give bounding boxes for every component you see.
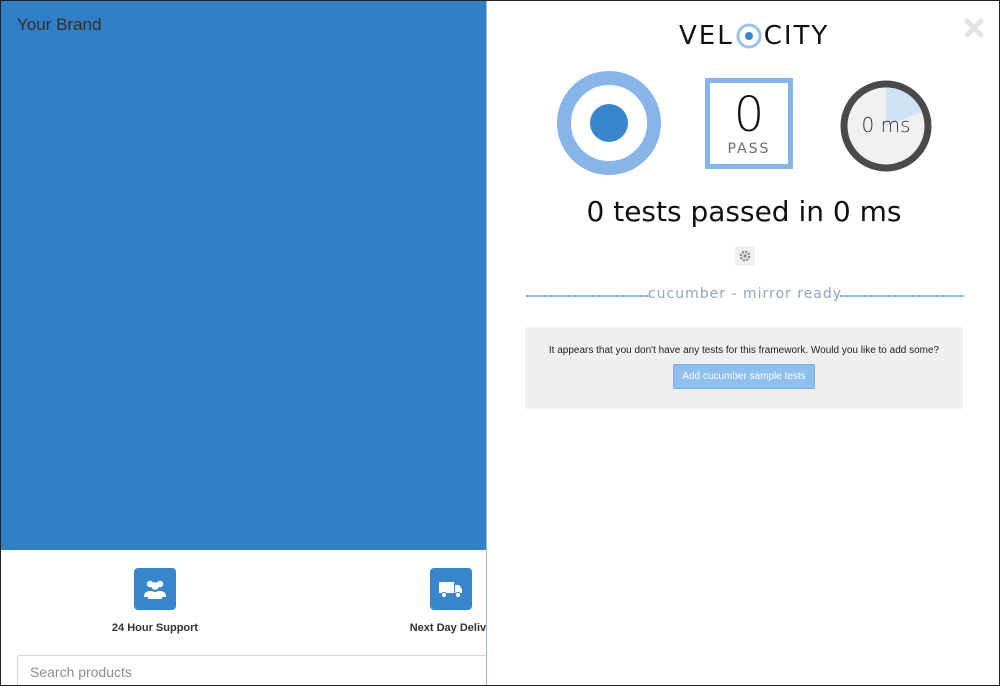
- pass-counter: 0 PASS: [705, 78, 793, 169]
- velocity-panel: VEL CITY 0 PASS 0 ms 0 tests passed in 0: [486, 1, 999, 685]
- pass-label: PASS: [727, 141, 771, 157]
- feature-label: 24 Hour Support: [111, 622, 199, 634]
- add-sample-tests-button[interactable]: Add cucumber sample tests: [673, 364, 815, 389]
- status-indicator-icon: [557, 71, 661, 175]
- logo-o-icon: [736, 23, 762, 49]
- timer-text: 0 ms: [861, 113, 911, 137]
- app-preview: Your Brand 24 Hour Support Next Day Deli…: [1, 1, 486, 685]
- pass-count: 0: [733, 87, 765, 143]
- feature-delivery: Next Day Delive: [401, 568, 486, 634]
- velocity-logo: VEL CITY: [679, 21, 829, 51]
- logo-text-right: CITY: [763, 21, 830, 51]
- hero-banner: Your Brand: [1, 1, 486, 550]
- no-tests-notice: It appears that you don't have any tests…: [525, 327, 963, 409]
- window-frame: Your Brand 24 Hour Support Next Day Deli…: [0, 0, 1000, 686]
- framework-status: cucumber - mirror ready: [526, 286, 964, 306]
- test-summary: 0 tests passed in 0 ms: [586, 195, 902, 228]
- notice-message: It appears that you don't have any tests…: [548, 345, 940, 356]
- brand-name[interactable]: Your Brand: [17, 15, 101, 35]
- gear-icon[interactable]: [735, 246, 755, 266]
- framework-status-text: cucumber - mirror ready: [647, 286, 843, 302]
- divider-line: [840, 295, 964, 297]
- feature-label: Next Day Delive: [409, 622, 486, 634]
- logo-text-left: VEL: [679, 21, 734, 51]
- close-icon[interactable]: [963, 17, 985, 39]
- feature-support: 24 Hour Support: [105, 568, 205, 634]
- users-icon: [134, 568, 176, 610]
- truck-icon: [430, 568, 472, 610]
- search-input[interactable]: [17, 655, 486, 685]
